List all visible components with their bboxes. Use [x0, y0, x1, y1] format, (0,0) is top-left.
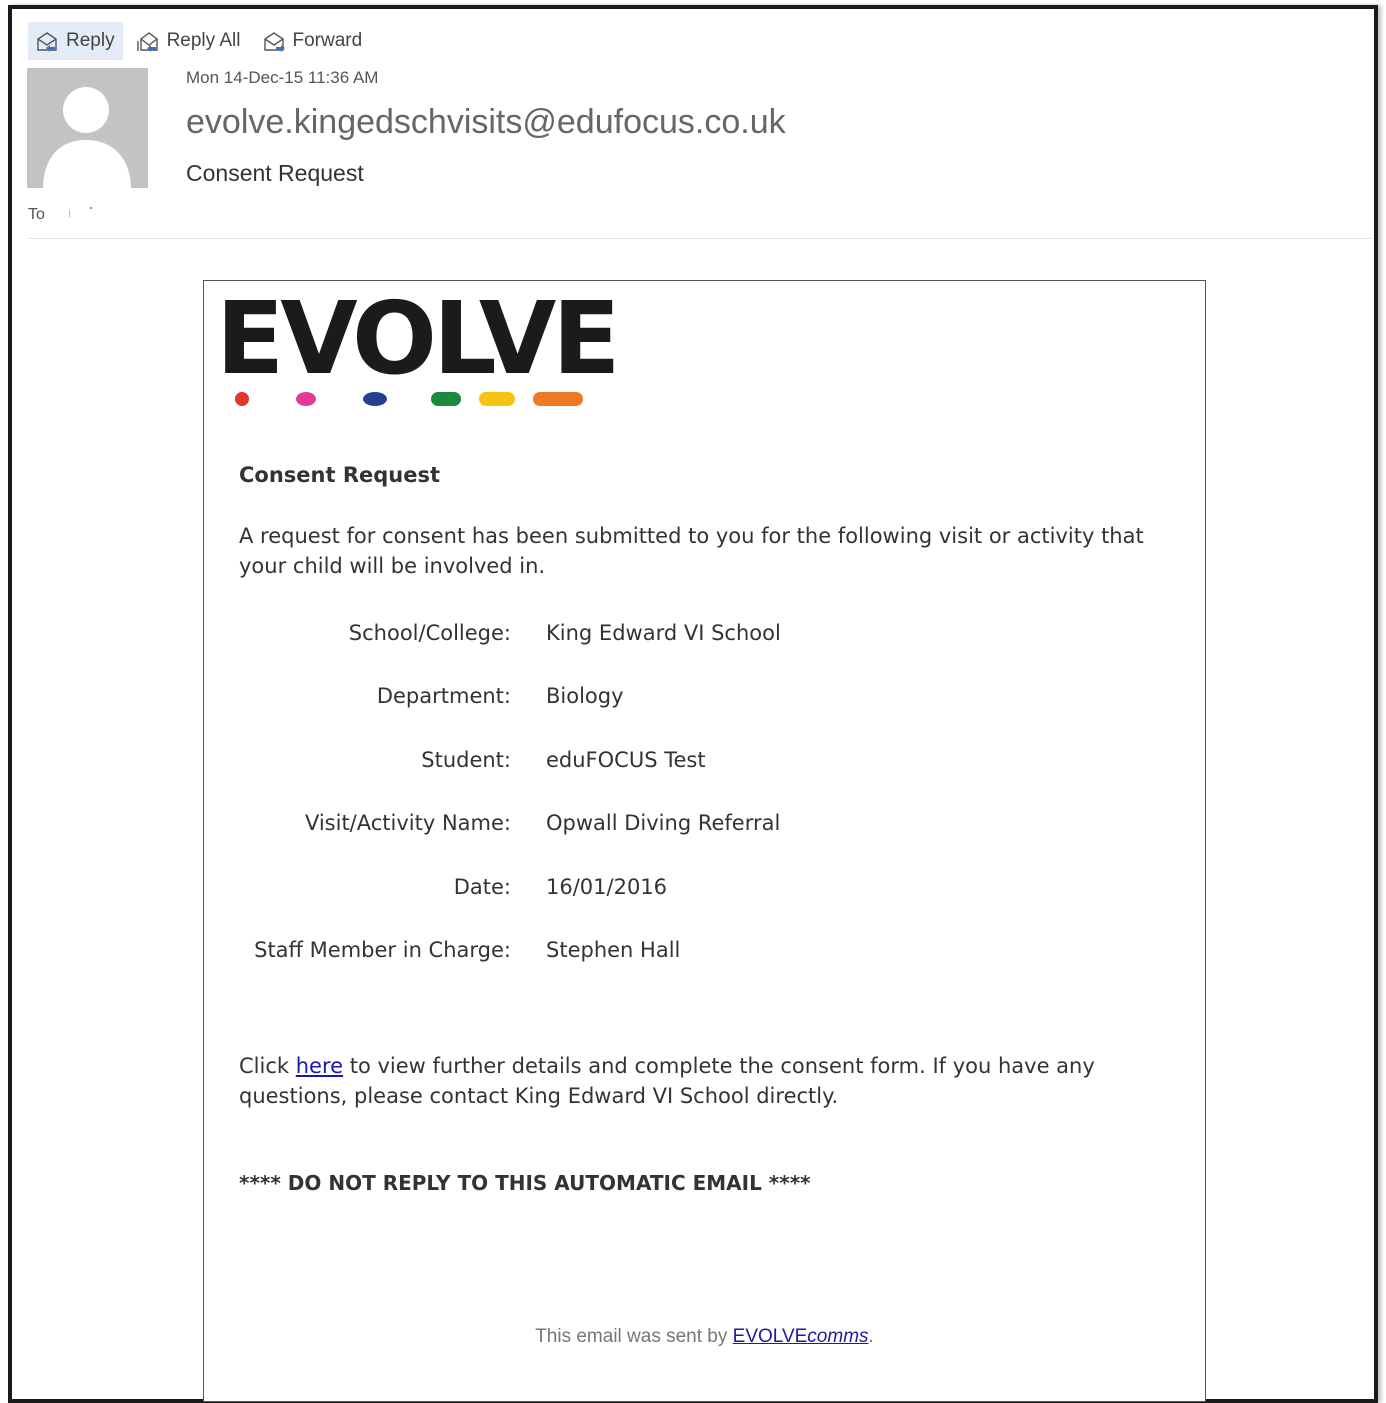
- logo-dot-orange: [533, 392, 583, 406]
- evolve-logo: EVOLVE: [216, 289, 621, 411]
- logo-dot-blue: [363, 392, 387, 406]
- logo-dot-pink: [296, 392, 316, 406]
- detail-row-student: Student: eduFOCUS Test: [239, 748, 1139, 811]
- detail-label: Visit/Activity Name:: [304, 811, 511, 836]
- to-label: To: [28, 206, 45, 223]
- footer-suffix: .: [868, 1326, 874, 1347]
- detail-value: Opwall Diving Referral: [546, 811, 781, 836]
- forward-label: Forward: [292, 30, 363, 51]
- reply-all-button[interactable]: Reply All: [129, 22, 249, 60]
- reply-all-icon: [136, 32, 158, 52]
- sender-avatar: [27, 68, 148, 188]
- no-reply-warning: **** DO NOT REPLY TO THIS AUTOMATIC EMAI…: [239, 1171, 811, 1195]
- body-intro: A request for consent has been submitted…: [239, 524, 1144, 578]
- consent-instructions: Click here to view further details and c…: [239, 1051, 1179, 1111]
- recipient-redacted: [69, 207, 92, 217]
- forward-icon: [263, 32, 285, 52]
- detail-row-staff: Staff Member in Charge: Stephen Hall: [239, 938, 1139, 1001]
- reply-icon: [37, 32, 57, 52]
- logo-dot-yellow: [479, 392, 515, 406]
- detail-value: 16/01/2016: [546, 874, 668, 899]
- footer-link-brand: EVOLVE: [732, 1326, 808, 1347]
- detail-value: Biology: [546, 684, 624, 709]
- logo-dot-red: [235, 392, 249, 406]
- detail-row-activity: Visit/Activity Name: Opwall Diving Refer…: [239, 811, 1139, 874]
- detail-row-date: Date: 16/01/2016: [239, 875, 1139, 938]
- detail-row-department: Department: Biology: [239, 684, 1139, 747]
- footer-link-suffix: comms: [807, 1326, 869, 1347]
- evolve-logo-text: EVOLVE: [216, 280, 621, 397]
- sender-address[interactable]: evolve.kingedschvisits@edufocus.co.uk: [186, 103, 786, 142]
- evolvecomms-link[interactable]: EVOLVEcomms: [733, 1326, 869, 1347]
- header-divider: [28, 238, 1372, 239]
- detail-row-school: School/College: King Edward VI School: [239, 621, 1139, 684]
- detail-label: Date:: [453, 874, 511, 899]
- detail-value: Stephen Hall: [546, 937, 681, 962]
- detail-value: King Edward VI School: [546, 621, 781, 645]
- detail-value: eduFOCUS Test: [546, 747, 706, 772]
- click-prefix: Click: [239, 1054, 296, 1078]
- email-footer: This email was sent by EVOLVEcomms.: [204, 1326, 1205, 1348]
- logo-dots: [235, 392, 583, 406]
- message-body: EVOLVE Consent Request A request for con…: [203, 280, 1206, 1402]
- consent-form-link[interactable]: here: [296, 1054, 343, 1078]
- person-silhouette-icon: [43, 87, 131, 188]
- forward-button[interactable]: Forward: [255, 22, 371, 60]
- reply-label: Reply: [66, 30, 115, 51]
- click-suffix: to view further details and complete the…: [239, 1054, 1095, 1108]
- reply-button[interactable]: Reply: [28, 22, 123, 60]
- footer-prefix: This email was sent by: [535, 1326, 733, 1347]
- reply-all-label: Reply All: [166, 30, 241, 51]
- detail-label: School/College:: [348, 621, 511, 645]
- message-toolbar: Reply Reply All Forward: [28, 22, 376, 60]
- visit-details: School/College: King Edward VI School De…: [239, 621, 1139, 1001]
- detail-label: Student:: [421, 747, 511, 772]
- detail-label: Staff Member in Charge:: [254, 937, 511, 962]
- logo-dot-green: [431, 392, 461, 406]
- message-date: Mon 14-Dec-15 11:36 AM: [186, 68, 379, 87]
- body-title: Consent Request: [239, 463, 441, 487]
- detail-label: Department:: [376, 684, 511, 709]
- message-subject: Consent Request: [186, 160, 364, 186]
